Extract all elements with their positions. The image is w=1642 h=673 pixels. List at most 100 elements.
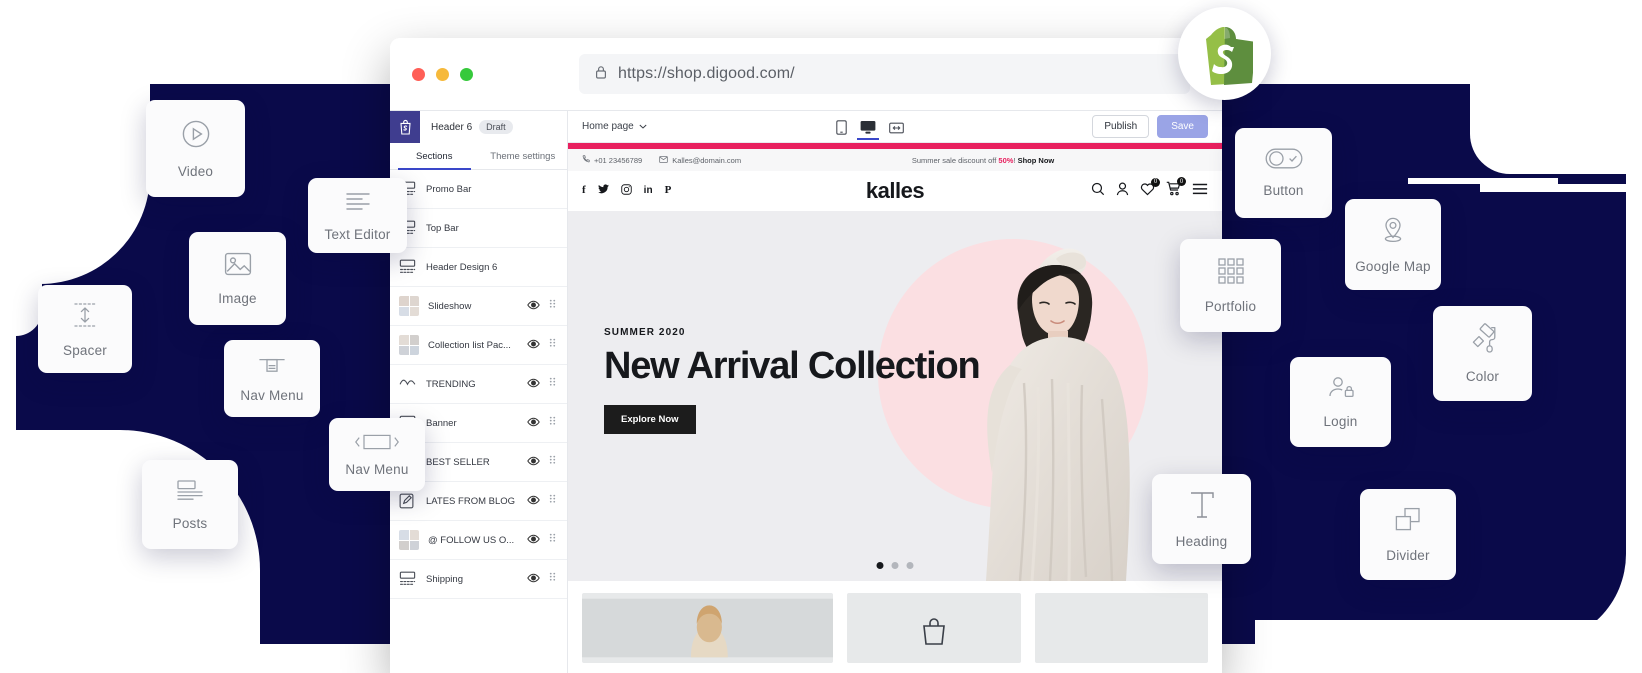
- widget-card-button[interactable]: Button: [1235, 128, 1332, 218]
- save-button[interactable]: Save: [1157, 115, 1208, 138]
- mobile-icon[interactable]: [835, 111, 847, 140]
- widget-label: Spacer: [63, 342, 107, 358]
- window-controls[interactable]: [412, 67, 473, 81]
- map-pin-icon: [1378, 215, 1408, 245]
- page-root: https://shop.digood.com/ Header 6 Draft …: [0, 0, 1642, 673]
- widget-card-spacer[interactable]: Spacer: [38, 285, 132, 373]
- widget-label: Heading: [1175, 533, 1228, 549]
- widget-card-color[interactable]: Color: [1433, 306, 1532, 401]
- widget-card-image[interactable]: Image: [189, 232, 286, 325]
- widget-card-login[interactable]: Login: [1290, 357, 1391, 447]
- tab-sections[interactable]: Sections: [390, 143, 479, 170]
- user-lock-icon: [1326, 376, 1356, 400]
- editor-sidebar: Header 6 Draft Sections Theme settings P…: [390, 111, 568, 673]
- minimize-button-icon[interactable]: [436, 67, 449, 81]
- widget-card-google-map[interactable]: Google Map: [1345, 199, 1441, 290]
- store-header-icons: 0 0: [1058, 177, 1208, 201]
- cart-icon[interactable]: 0: [1166, 177, 1186, 201]
- widget-label: Button: [1263, 183, 1304, 198]
- section-row-label: BEST SELLER: [426, 456, 490, 468]
- slideshow-dots[interactable]: [876, 562, 914, 569]
- linkedin-icon[interactable]: in: [644, 184, 653, 198]
- address-bar[interactable]: https://shop.digood.com/: [579, 54, 1190, 94]
- play-circle-icon: [180, 118, 212, 150]
- widget-card-portfolio[interactable]: Portfolio: [1180, 239, 1281, 332]
- drag-handle-icon[interactable]: [549, 299, 558, 313]
- widget-card-nav-menu-b[interactable]: Nav Menu: [329, 418, 425, 491]
- section-row[interactable]: Header Design 6: [390, 248, 567, 287]
- visibility-toggle-icon[interactable]: [527, 456, 540, 469]
- facebook-icon[interactable]: f: [582, 184, 586, 198]
- slide-dot-3[interactable]: [906, 562, 914, 569]
- pinterest-icon[interactable]: P: [665, 184, 672, 198]
- widget-label: Nav Menu: [240, 387, 304, 403]
- shopify-bag-icon: [1178, 7, 1271, 100]
- visibility-toggle-icon[interactable]: [527, 573, 540, 586]
- collection-card-2[interactable]: [847, 593, 1021, 663]
- slide-dot-2[interactable]: [891, 562, 899, 569]
- navy-strip-lower: [1480, 184, 1642, 192]
- section-row[interactable]: Shipping: [390, 560, 567, 599]
- publish-button[interactable]: Publish: [1092, 115, 1150, 138]
- widget-label: Posts: [172, 516, 208, 531]
- maximize-button-icon[interactable]: [460, 67, 473, 81]
- storefront-preview: +01 23456789 Kalles@domain.com Summer sa…: [568, 143, 1222, 673]
- shopify-logo-icon[interactable]: [390, 111, 420, 143]
- promo-cta-link[interactable]: Shop Now: [1018, 156, 1055, 165]
- visibility-toggle-icon[interactable]: [527, 495, 540, 508]
- section-row[interactable]: TRENDING: [390, 365, 567, 404]
- visibility-toggle-icon[interactable]: [527, 300, 540, 313]
- visibility-toggle-icon[interactable]: [527, 534, 540, 547]
- drag-handle-icon[interactable]: [549, 533, 558, 547]
- drag-handle-icon[interactable]: [549, 338, 558, 352]
- section-row[interactable]: Top Bar: [390, 209, 567, 248]
- email-address: Kalles@domain.com: [672, 155, 742, 165]
- section-row[interactable]: @ FOLLOW US O...: [390, 521, 567, 560]
- slide-dot-1[interactable]: [876, 562, 884, 569]
- section-row[interactable]: Promo Bar: [390, 170, 567, 209]
- mail-icon: [659, 155, 668, 165]
- widget-card-video[interactable]: Video: [146, 100, 245, 197]
- collection-card-3[interactable]: [1034, 593, 1208, 663]
- drag-handle-icon[interactable]: [549, 572, 558, 586]
- menu-icon[interactable]: [1192, 182, 1208, 200]
- widget-card-nav-menu-a[interactable]: Nav Menu: [224, 340, 320, 417]
- fullwidth-icon[interactable]: [888, 111, 904, 140]
- page-selector[interactable]: Home page: [582, 121, 647, 132]
- sidebar-tabs: Sections Theme settings: [390, 143, 567, 170]
- visibility-toggle-icon[interactable]: [527, 417, 540, 430]
- grid-dots-icon: [1217, 257, 1245, 285]
- section-row[interactable]: Slideshow: [390, 287, 567, 326]
- drag-handle-icon[interactable]: [549, 416, 558, 430]
- widget-label: Nav Menu: [345, 462, 409, 477]
- search-icon[interactable]: [1091, 182, 1105, 201]
- instagram-icon[interactable]: [620, 184, 632, 198]
- drag-handle-icon[interactable]: [549, 377, 558, 391]
- lock-icon: [595, 65, 607, 84]
- close-button-icon[interactable]: [412, 67, 425, 81]
- visibility-toggle-icon[interactable]: [527, 378, 540, 391]
- account-icon[interactable]: [1116, 182, 1129, 201]
- url-text: https://shop.digood.com/: [618, 65, 795, 82]
- section-title: Header 6: [431, 121, 473, 133]
- widget-card-posts[interactable]: Posts: [142, 460, 238, 549]
- widget-card-text-editor[interactable]: Text Editor: [308, 178, 407, 253]
- twitter-icon[interactable]: [597, 184, 609, 198]
- collection-card-1[interactable]: [582, 593, 834, 663]
- drag-handle-icon[interactable]: [549, 494, 558, 508]
- widget-card-heading[interactable]: Heading: [1152, 474, 1251, 564]
- tab-theme-settings[interactable]: Theme settings: [479, 143, 568, 169]
- section-list: Promo Bar Top Bar Header Design 6 Slidesh…: [390, 170, 567, 599]
- section-row-label: Header Design 6: [426, 261, 498, 273]
- widget-card-divider[interactable]: Divider: [1360, 489, 1456, 580]
- widget-label: Divider: [1386, 548, 1430, 563]
- device-preview-switch: [661, 111, 1079, 142]
- hero-cta-button[interactable]: Explore Now: [604, 405, 696, 434]
- drag-handle-icon[interactable]: [549, 455, 558, 469]
- vertical-arrows-icon: [69, 301, 101, 329]
- wishlist-icon[interactable]: 0: [1140, 177, 1160, 201]
- section-row[interactable]: Collection list Pac...: [390, 326, 567, 365]
- desktop-icon[interactable]: [856, 111, 879, 140]
- posts-icon: [175, 478, 205, 502]
- visibility-toggle-icon[interactable]: [527, 339, 540, 352]
